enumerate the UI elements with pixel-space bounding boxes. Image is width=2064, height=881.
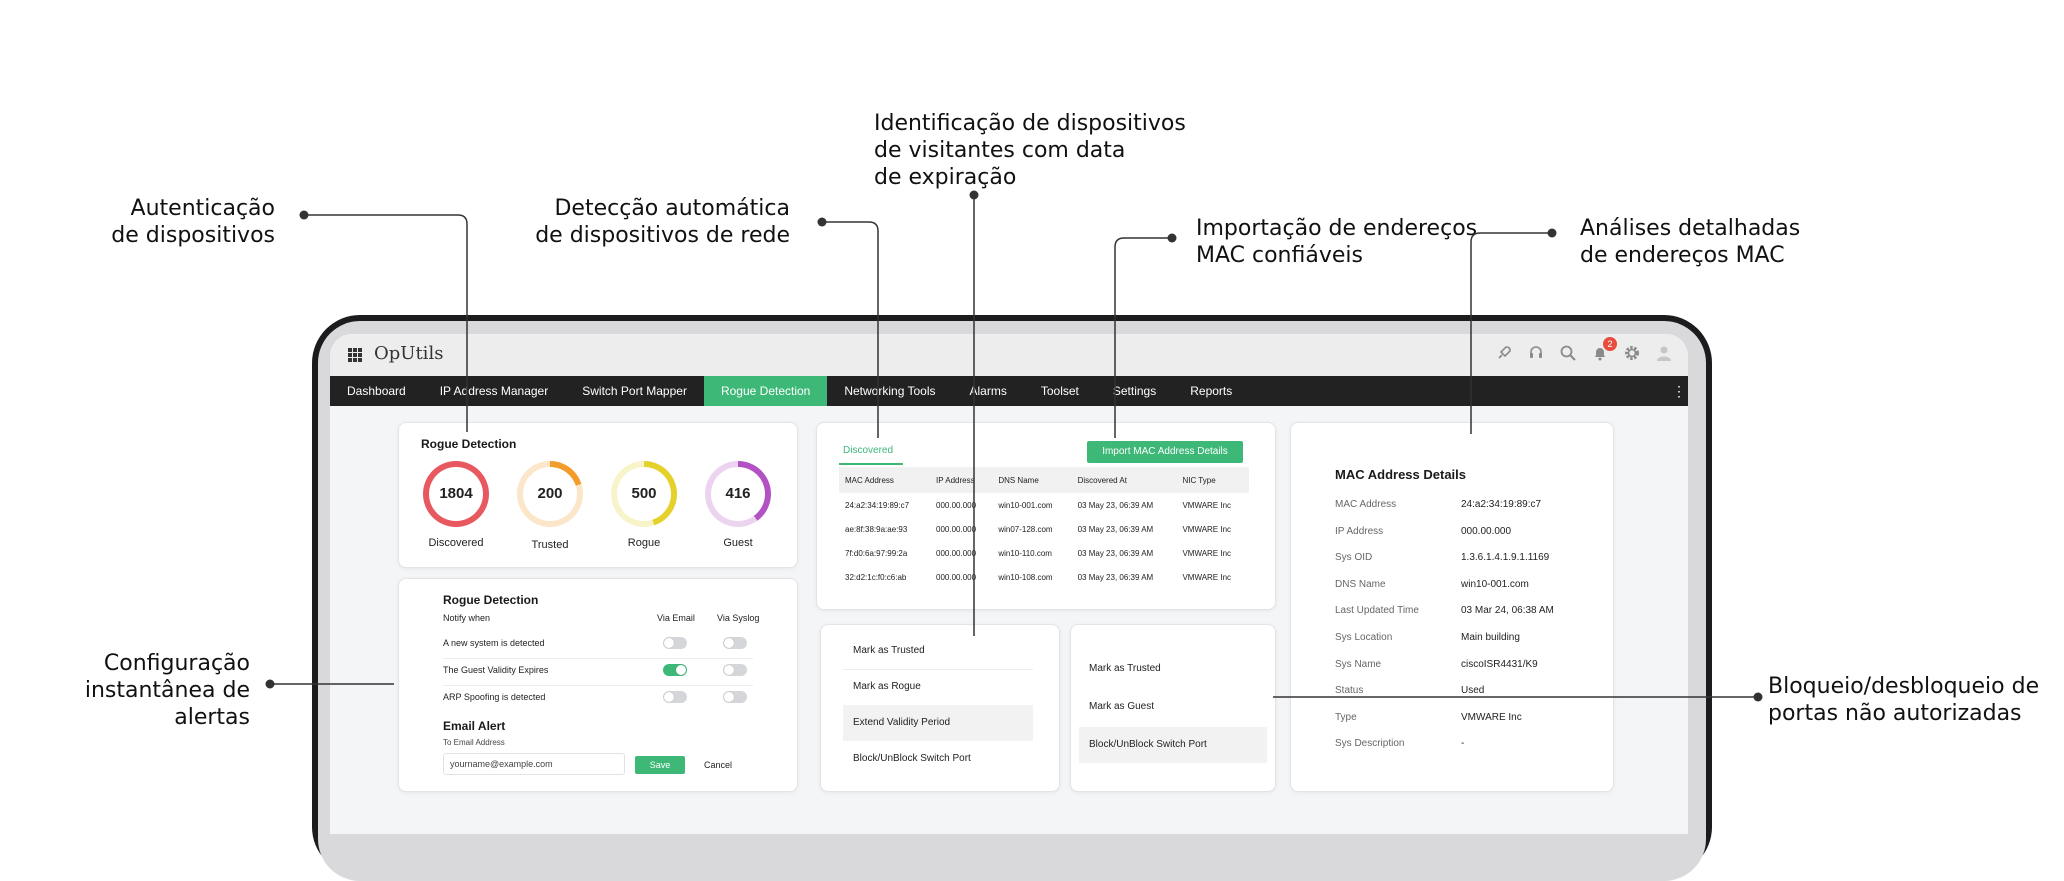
leader-autenticacao — [304, 214, 468, 432]
leader-dot — [1547, 228, 1557, 238]
leader-dot — [1753, 692, 1763, 702]
leader-importacao — [1114, 237, 1172, 438]
leader-dot — [299, 210, 309, 220]
leader-dot — [265, 679, 275, 689]
leader-dot — [817, 217, 827, 227]
leader-dot — [1167, 233, 1177, 243]
leader-dot — [969, 190, 979, 200]
callout-leader-lines — [265, 190, 1763, 702]
leader-deteccao — [822, 221, 879, 438]
leader-analises — [1470, 232, 1552, 434]
